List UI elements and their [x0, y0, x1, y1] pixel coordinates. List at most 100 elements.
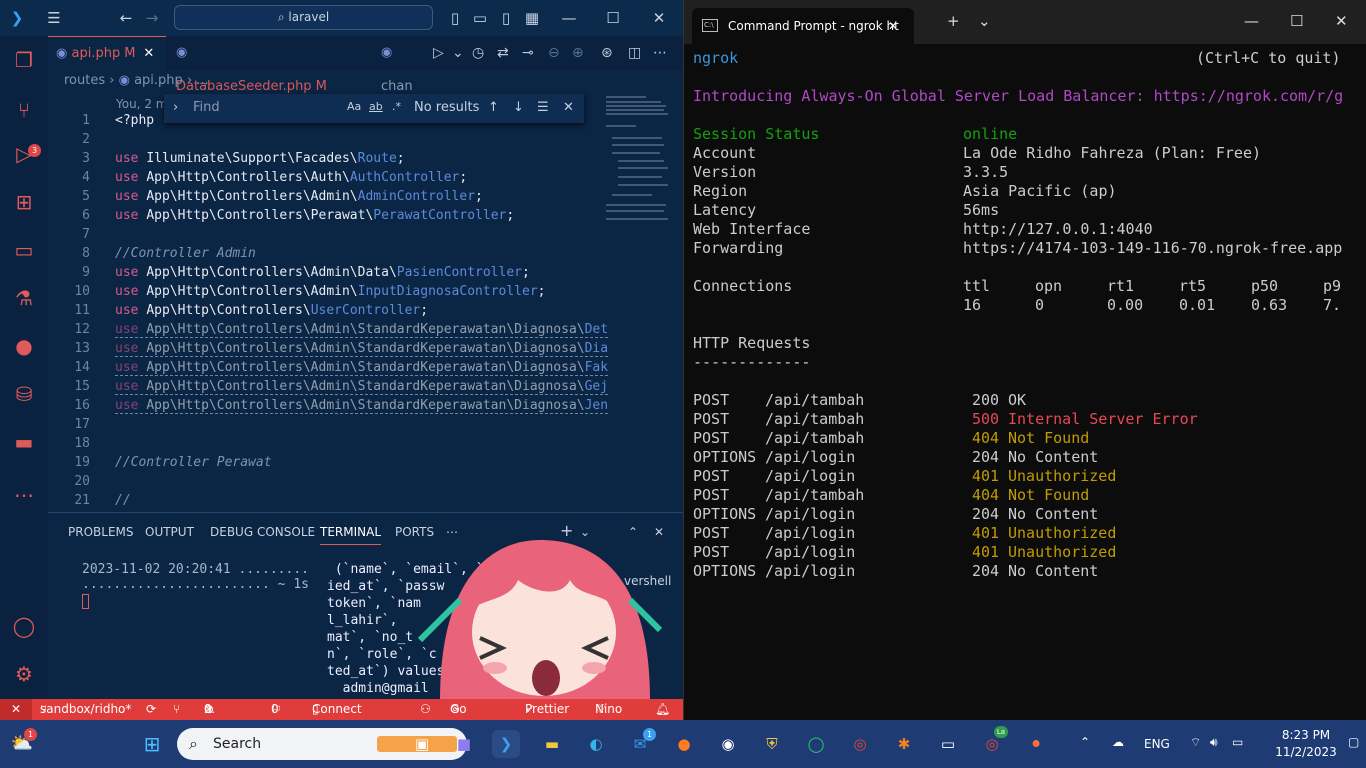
breadcrumb-file[interactable]: api.php [134, 73, 183, 88]
tab-chan[interactable]: ◉ chan [373, 36, 423, 94]
minimap[interactable] [604, 92, 670, 232]
match-case-toggle[interactable]: Aa [347, 100, 361, 113]
close-icon[interactable]: ✕ [650, 9, 668, 27]
timeline-icon[interactable]: ◷ [472, 45, 484, 61]
onedrive-icon[interactable]: ☁ [1112, 735, 1124, 749]
more-icon[interactable]: … [10, 476, 38, 504]
chevron-down-icon[interactable]: ⌄ [978, 12, 991, 30]
clock-date[interactable]: 11/2/2023 [1270, 745, 1342, 759]
maximize-icon[interactable]: ☐ [604, 9, 622, 27]
new-tab-icon[interactable]: + [947, 12, 960, 30]
task-view-icon[interactable]: ▣ [408, 730, 436, 758]
toggle-panel-icon[interactable]: ▭ [471, 9, 489, 27]
go-forward-icon[interactable]: ⊕ [572, 45, 584, 61]
app-icon[interactable]: ◉ [714, 730, 742, 758]
firefox-icon[interactable]: ● [670, 730, 698, 758]
volume-icon[interactable]: 🔊︎ [1210, 735, 1218, 750]
split-editor-icon[interactable]: ◫ [628, 45, 641, 61]
vscode-taskbar-icon[interactable]: ❯ [492, 730, 520, 758]
github-icon[interactable]: ● [10, 332, 38, 360]
tab-api-php[interactable]: ◉ api.php M ✕ [48, 36, 166, 70]
tab-output[interactable]: OUTPUT [145, 525, 194, 539]
terminal-tab[interactable]: C:\ Command Prompt - ngrok ht ✕ [692, 8, 914, 44]
breadcrumb-folder[interactable]: routes [64, 73, 105, 88]
git-graph-icon[interactable]: ⑂ [173, 699, 180, 720]
run-debug-icon[interactable]: ▷ [10, 140, 38, 168]
chevron-right-icon[interactable]: › [173, 100, 178, 115]
status-text: Unauthorized [1008, 467, 1117, 485]
whatsapp-icon[interactable]: ◯ [802, 730, 830, 758]
tab-problems[interactable]: PROBLEMS [68, 525, 134, 539]
account-icon[interactable]: ◯ [10, 612, 38, 640]
close-icon[interactable]: ✕ [1335, 12, 1348, 30]
ngrok-title: ngrok [693, 49, 739, 67]
customize-layout-icon[interactable]: ▦ [523, 9, 541, 27]
find-in-selection-icon[interactable]: ☰ [537, 100, 549, 115]
explorer-icon[interactable]: ❐ [10, 46, 38, 74]
find-input[interactable]: Find [193, 100, 220, 115]
terminal-taskbar-icon[interactable]: ▭ [934, 730, 962, 758]
terminal-output[interactable]: ngrok (Ctrl+C to quit) Introducing Alway… [693, 49, 1353, 580]
command-center-search[interactable]: ⌕ laravel [174, 5, 433, 30]
source-control-icon[interactable]: ⑂ [10, 96, 38, 124]
clock-time[interactable]: 8:23 PM [1276, 728, 1336, 742]
forward-arrow-icon[interactable]: → [143, 9, 161, 27]
file-explorer-icon[interactable]: ▬ [538, 730, 566, 758]
menu-icon[interactable]: ☰ [45, 9, 63, 27]
copilot-icon[interactable]: ⚇ [420, 699, 431, 720]
language-indicator[interactable]: ENG [1144, 737, 1170, 751]
arrow-up-icon[interactable]: ↑ [488, 100, 499, 115]
meet-icon[interactable]: ■ [450, 730, 478, 758]
xampp-icon[interactable]: ✱ [890, 730, 918, 758]
code-editor[interactable]: 1 <?php 2 3 use Illuminate\Support\Facades\R… [48, 92, 670, 512]
extensions-icon[interactable]: ⊞ [10, 188, 38, 216]
conn-header: rt5 [1179, 277, 1207, 295]
remote-icon[interactable]: ✕ [0, 699, 32, 720]
request-method: POST [693, 391, 730, 409]
database-icon[interactable]: ⛁ [10, 380, 38, 408]
breadcrumb-symbol[interactable]: ... [196, 73, 208, 88]
close-tab-icon[interactable]: ✕ [888, 8, 898, 44]
tab-terminal[interactable]: TERMINAL [320, 525, 382, 545]
code-class: InputDiagnosaController [357, 284, 538, 299]
sync-icon[interactable]: ⟳ [146, 699, 156, 720]
chevron-up-icon[interactable]: ⌃ [1080, 735, 1090, 749]
notifications-bell-icon[interactable]: 🔔︎ [655, 699, 670, 720]
tab-debug-console[interactable]: DEBUG CONSOLE [210, 525, 315, 539]
more-actions-icon[interactable]: ⋯ [653, 45, 667, 61]
go-back-icon[interactable]: ⊖ [548, 45, 560, 61]
windows-start-icon[interactable]: ⊞ [138, 730, 166, 758]
toggle-secondary-sidebar-icon[interactable]: ▯ [497, 9, 515, 27]
regex-toggle[interactable]: .* [392, 100, 401, 113]
status-code: 204 [972, 562, 1000, 580]
notification-icon[interactable]: ▢ [1348, 735, 1359, 749]
close-find-icon[interactable]: ✕ [563, 100, 574, 115]
chrome-icon[interactable]: ◎ [846, 730, 874, 758]
compare-icon[interactable]: ⇄ [497, 45, 509, 61]
postman-icon[interactable]: ⚫ [1022, 730, 1050, 758]
arrow-down-icon[interactable]: ↓ [513, 100, 524, 115]
conn-header: rt1 [1107, 277, 1135, 295]
back-arrow-icon[interactable]: ← [117, 9, 135, 27]
match-word-toggle[interactable]: ab [369, 100, 383, 113]
shield-icon[interactable]: ⛨ [758, 730, 786, 758]
maximize-icon[interactable]: ☐ [1290, 12, 1303, 30]
tab-close-icon[interactable]: ✕ [143, 46, 154, 61]
folder-icon[interactable]: ▬ [10, 428, 38, 456]
tab-database-seeder[interactable]: ◉ DatabaseSeeder.php M [168, 36, 338, 94]
gitlens-icon[interactable]: ⊛ [601, 45, 613, 61]
minimize-icon[interactable]: — [560, 9, 578, 27]
settings-gear-icon[interactable]: ⚙ [10, 660, 38, 688]
edge-icon[interactable]: ◐ [582, 730, 610, 758]
git-commit-icon[interactable]: ⊸ [522, 45, 534, 61]
battery-icon[interactable]: ▭ [1232, 735, 1243, 749]
wifi-icon[interactable]: ⌔ [1190, 735, 1201, 750]
run-icon[interactable]: ▷ [433, 45, 444, 61]
go-live-label: Go Live [450, 702, 467, 716]
remote-explorer-icon[interactable]: ▭ [10, 236, 38, 264]
code-keyword: use [115, 398, 147, 413]
minimize-icon[interactable]: — [1244, 12, 1259, 30]
chevron-down-icon[interactable]: ⌄ [452, 45, 464, 61]
testing-icon[interactable]: ⚗ [10, 284, 38, 312]
toggle-sidebar-icon[interactable]: ▯ [446, 9, 464, 27]
